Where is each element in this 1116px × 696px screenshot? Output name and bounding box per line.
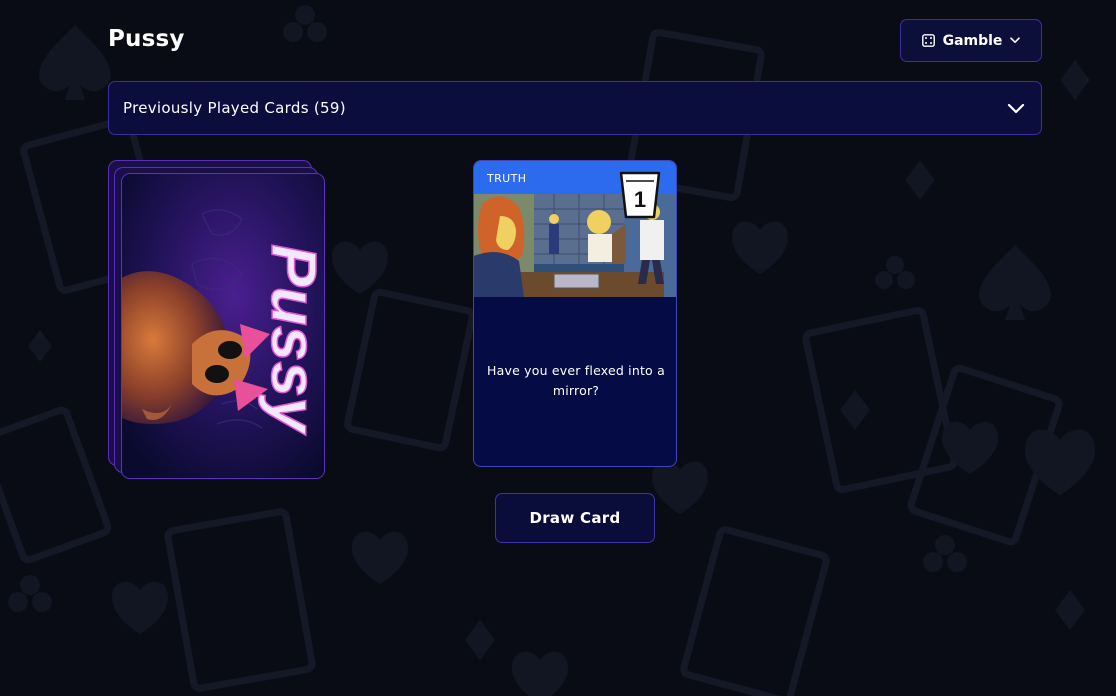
shot-count: 1: [634, 187, 646, 212]
card-deck[interactable]: Pussy: [108, 160, 328, 482]
deck-cover-text: Pussy: [258, 244, 325, 436]
shot-glass-icon: 1: [619, 171, 661, 219]
card-question: Have you ever flexed into a mirror?: [487, 363, 665, 398]
dice-icon: [921, 34, 935, 47]
previously-played-cards-dropdown[interactable]: Previously Played Cards (59): [108, 81, 1042, 135]
page-title: Pussy: [108, 26, 185, 52]
previously-played-cards-label: Previously Played Cards (59): [123, 99, 346, 117]
current-card: TRUTH 1 Have you ever flexed into a mirr…: [473, 160, 677, 467]
chevron-down-icon: [1007, 103, 1025, 113]
gamble-mode-button[interactable]: Gamble: [900, 19, 1042, 62]
chevron-down-icon: [1010, 37, 1021, 43]
deck-cover-image: Pussy: [121, 173, 325, 479]
draw-card-button[interactable]: Draw Card: [495, 493, 655, 543]
gamble-mode-label: Gamble: [942, 32, 1003, 49]
